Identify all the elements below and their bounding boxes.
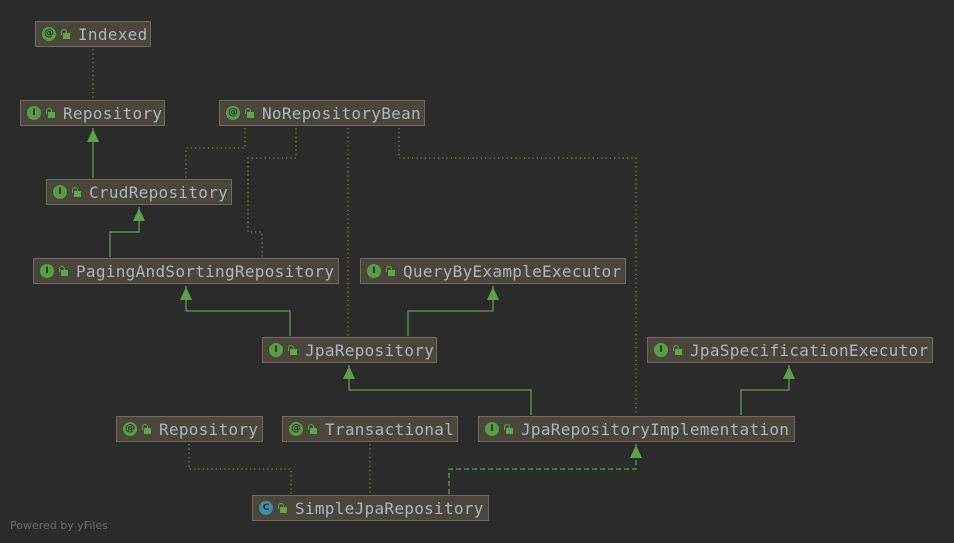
node-jparepository[interactable]: I JpaRepository bbox=[262, 337, 437, 363]
edge-extends-jparepository-to-pagingandsortingrepository bbox=[185, 286, 291, 336]
edge-annotation-norepositorybean-to-crudrepository bbox=[185, 128, 246, 178]
annotation-icon: @ bbox=[226, 106, 240, 120]
interface-icon: I bbox=[367, 264, 381, 278]
interface-icon: I bbox=[40, 264, 54, 278]
node-label: NoRepositoryBean bbox=[262, 103, 421, 123]
annotation-icon: @ bbox=[289, 422, 303, 436]
node-label: SimpleJpaRepository bbox=[295, 498, 484, 518]
interface-icon: I bbox=[654, 343, 668, 357]
interface-icon: I bbox=[485, 422, 499, 436]
edge-extends-jparepositoryimplementation-to-jparepository bbox=[348, 365, 532, 415]
unlocked-icon bbox=[288, 345, 297, 355]
unlocked-icon bbox=[278, 503, 287, 513]
node-repository-annotation[interactable]: @ Repository bbox=[116, 416, 263, 442]
node-label: JpaRepositoryImplementation bbox=[521, 419, 790, 439]
node-label: CrudRepository bbox=[89, 182, 229, 202]
arrowhead-pagingandsortingrepository-to-crudrepository bbox=[133, 208, 145, 221]
node-label: Repository bbox=[159, 419, 259, 439]
node-transactional[interactable]: @ Transactional bbox=[282, 416, 458, 442]
node-label: PagingAndSortingRepository bbox=[76, 261, 335, 281]
node-crudrepository[interactable]: I CrudRepository bbox=[46, 179, 232, 205]
arrowhead-jparepositoryimplementation-to-jpaspecificationexecutor bbox=[783, 366, 795, 379]
unlocked-icon bbox=[72, 187, 81, 197]
powered-by-footer: Powered by yFiles bbox=[10, 519, 108, 532]
annotation-icon: @ bbox=[123, 422, 137, 436]
arrowhead-jparepository-to-pagingandsortingrepository bbox=[180, 287, 192, 300]
edge-annotation-norepositorybean-to-pagingandsortingrepository bbox=[247, 128, 297, 257]
node-pagingandsortingrepository[interactable]: I PagingAndSortingRepository bbox=[33, 258, 339, 284]
node-label: Transactional bbox=[325, 419, 455, 439]
arrowhead-jparepository-to-querybyexampleexecutor bbox=[487, 287, 499, 300]
node-label: QueryByExampleExecutor bbox=[403, 261, 622, 281]
node-jparepositoryimplementation[interactable]: I JpaRepositoryImplementation bbox=[478, 416, 795, 442]
node-jpaspecificationexecutor[interactable]: I JpaSpecificationExecutor bbox=[647, 337, 933, 363]
unlocked-icon bbox=[673, 345, 682, 355]
node-simplejparepository[interactable]: C SimpleJpaRepository bbox=[252, 495, 489, 521]
node-querybyexampleexecutor[interactable]: I QueryByExampleExecutor bbox=[360, 258, 626, 284]
unlocked-icon bbox=[46, 108, 55, 118]
node-indexed[interactable]: @ Indexed bbox=[35, 21, 151, 47]
node-repository[interactable]: I Repository bbox=[20, 100, 165, 126]
unlocked-icon bbox=[504, 424, 513, 434]
node-norepositorybean[interactable]: @ NoRepositoryBean bbox=[219, 100, 425, 126]
unlocked-icon bbox=[386, 266, 395, 276]
edge-annotation-repository-annotation-to-simplejparepository bbox=[188, 444, 292, 494]
class-icon: C bbox=[259, 501, 273, 515]
unlocked-icon bbox=[142, 424, 151, 434]
arrowhead-crudrepository-to-repository bbox=[87, 129, 99, 142]
unlocked-icon bbox=[61, 29, 70, 39]
annotation-icon: @ bbox=[42, 27, 56, 41]
arrowhead-jparepositoryimplementation-to-jparepository bbox=[343, 366, 355, 379]
interface-icon: I bbox=[53, 185, 67, 199]
unlocked-icon bbox=[59, 266, 68, 276]
unlocked-icon bbox=[245, 108, 254, 118]
arrowhead-simplejparepository-to-jparepositoryimplementation bbox=[630, 445, 642, 458]
node-label: Indexed bbox=[78, 24, 148, 44]
edge-extends-pagingandsortingrepository-to-crudrepository bbox=[109, 207, 140, 257]
node-label: Repository bbox=[63, 103, 163, 123]
node-label: JpaRepository bbox=[305, 340, 435, 360]
interface-icon: I bbox=[269, 343, 283, 357]
interface-icon: I bbox=[27, 106, 41, 120]
node-label: JpaSpecificationExecutor bbox=[690, 340, 929, 360]
edge-extends-jparepositoryimplementation-to-jpaspecificationexecutor bbox=[740, 365, 790, 415]
edge-implements-simplejparepository-to-jparepositoryimplementation bbox=[448, 444, 637, 494]
edge-extends-jparepository-to-querybyexampleexecutor bbox=[407, 286, 494, 336]
unlocked-icon bbox=[308, 424, 317, 434]
